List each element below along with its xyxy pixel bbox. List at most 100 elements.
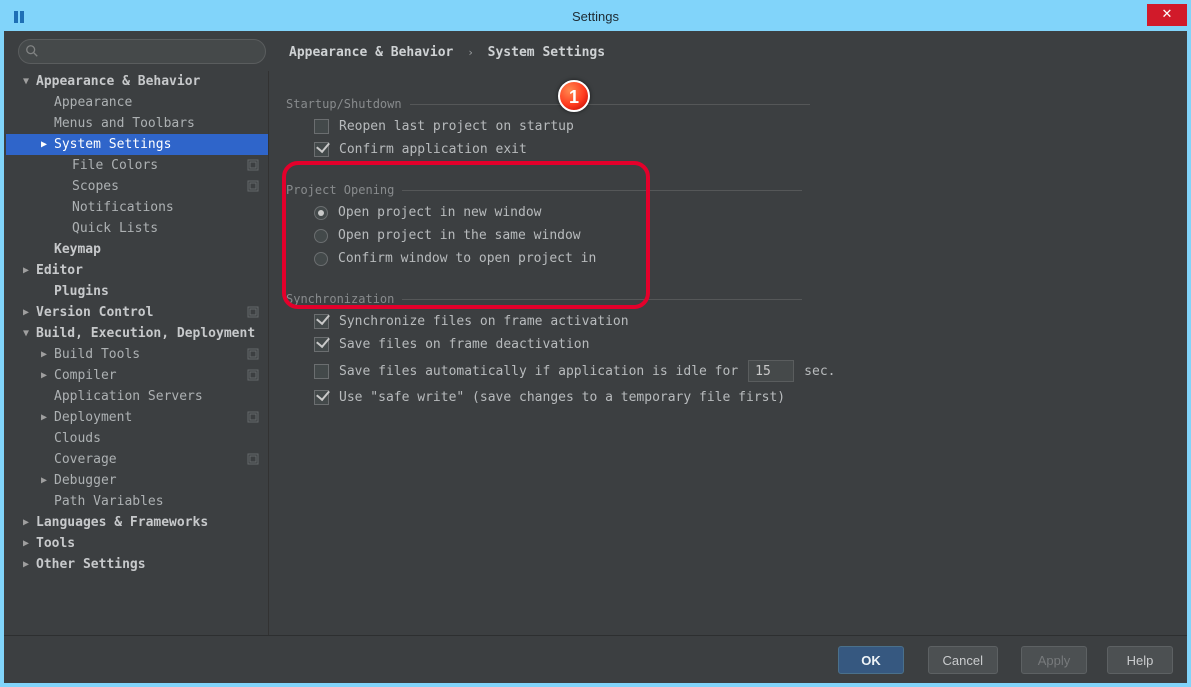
- settings-tree[interactable]: ▼Appearance & BehaviorAppearanceMenus an…: [6, 71, 269, 641]
- safe-write-checkbox[interactable]: [314, 390, 329, 405]
- tree-item-label: Clouds: [54, 428, 101, 449]
- tree-item-label: File Colors: [72, 155, 158, 176]
- tree-item-label: Compiler: [54, 365, 117, 386]
- tree-item-label: Application Servers: [54, 386, 203, 407]
- tree-item-label: Path Variables: [54, 491, 164, 512]
- tree-item-label: Build Tools: [54, 344, 140, 365]
- tree-item-label: Quick Lists: [72, 218, 158, 239]
- tree-item-appearance[interactable]: Appearance: [6, 92, 268, 113]
- annotation-badge-1: 1: [558, 80, 590, 112]
- tree-item-build-execution-deployment[interactable]: ▼Build, Execution, Deployment: [6, 323, 268, 344]
- breadcrumb-root: Appearance & Behavior: [289, 45, 453, 60]
- project-scope-icon: [246, 347, 260, 361]
- confirm-window-label: Confirm window to open project in: [338, 251, 596, 266]
- confirm-window-radio[interactable]: [314, 252, 328, 266]
- chevron-right-icon[interactable]: ▶: [38, 134, 50, 155]
- tree-item-label: Appearance & Behavior: [36, 71, 200, 92]
- safe-write-label: Use "safe write" (save changes to a temp…: [339, 390, 785, 405]
- save-on-deact-checkbox[interactable]: [314, 337, 329, 352]
- tree-item-label: Plugins: [54, 281, 109, 302]
- tree-item-appearance-behavior[interactable]: ▼Appearance & Behavior: [6, 71, 268, 92]
- group-startup: Startup/Shutdown: [286, 97, 1166, 111]
- tree-item-clouds[interactable]: Clouds: [6, 428, 268, 449]
- apply-button: Apply: [1021, 646, 1087, 674]
- tree-item-label: Languages & Frameworks: [36, 512, 208, 533]
- breadcrumb: Appearance & Behavior › System Settings: [289, 45, 605, 60]
- window-close-button[interactable]: ✕: [1147, 4, 1187, 26]
- tree-item-version-control[interactable]: ▶Version Control: [6, 302, 268, 323]
- confirm-exit-checkbox[interactable]: [314, 142, 329, 157]
- tree-item-label: Menus and Toolbars: [54, 113, 195, 134]
- save-on-deact-label: Save files on frame deactivation: [339, 337, 589, 352]
- tree-item-scopes[interactable]: Scopes: [6, 176, 268, 197]
- settings-form: Startup/Shutdown Reopen last project on …: [286, 79, 1166, 413]
- open-new-window-radio[interactable]: [314, 206, 328, 220]
- auto-save-label-a: Save files automatically if application …: [339, 364, 738, 379]
- auto-save-checkbox[interactable]: [314, 364, 329, 379]
- project-scope-icon: [246, 410, 260, 424]
- project-scope-icon: [246, 368, 260, 382]
- tree-item-label: Other Settings: [36, 554, 146, 575]
- tree-item-label: Appearance: [54, 92, 132, 113]
- chevron-down-icon[interactable]: ▼: [20, 71, 32, 92]
- chevron-right-icon[interactable]: ▶: [38, 344, 50, 365]
- group-sync: Synchronization: [286, 292, 1166, 306]
- tree-item-other-settings[interactable]: ▶Other Settings: [6, 554, 268, 575]
- tree-item-compiler[interactable]: ▶Compiler: [6, 365, 268, 386]
- chevron-right-icon[interactable]: ▶: [20, 554, 32, 575]
- tree-item-plugins[interactable]: Plugins: [6, 281, 268, 302]
- help-button[interactable]: Help: [1107, 646, 1173, 674]
- tree-item-label: System Settings: [54, 134, 171, 155]
- reopen-last-project-label: Reopen last project on startup: [339, 119, 574, 134]
- tree-item-label: Deployment: [54, 407, 132, 428]
- tree-item-file-colors[interactable]: File Colors: [6, 155, 268, 176]
- tree-item-application-servers[interactable]: Application Servers: [6, 386, 268, 407]
- search-field[interactable]: [18, 39, 266, 64]
- tree-item-editor[interactable]: ▶Editor: [6, 260, 268, 281]
- tree-item-tools[interactable]: ▶Tools: [6, 533, 268, 554]
- auto-save-label-b: sec.: [804, 364, 835, 379]
- sync-on-frame-label: Synchronize files on frame activation: [339, 314, 629, 329]
- chevron-right-icon[interactable]: ▶: [20, 512, 32, 533]
- chevron-right-icon[interactable]: ▶: [38, 407, 50, 428]
- dialog-footer: OK Cancel Apply Help: [4, 635, 1187, 683]
- chevron-right-icon[interactable]: ▶: [38, 470, 50, 491]
- open-same-window-radio[interactable]: [314, 229, 328, 243]
- tree-item-languages-frameworks[interactable]: ▶Languages & Frameworks: [6, 512, 268, 533]
- tree-item-label: Scopes: [72, 176, 119, 197]
- chevron-right-icon[interactable]: ▶: [38, 365, 50, 386]
- tree-item-keymap[interactable]: Keymap: [6, 239, 268, 260]
- breadcrumb-leaf: System Settings: [488, 45, 605, 60]
- tree-item-coverage[interactable]: Coverage: [6, 449, 268, 470]
- chevron-down-icon[interactable]: ▼: [20, 323, 32, 344]
- project-scope-icon: [246, 179, 260, 193]
- search-icon: [25, 44, 39, 58]
- tree-item-build-tools[interactable]: ▶Build Tools: [6, 344, 268, 365]
- tree-item-deployment[interactable]: ▶Deployment: [6, 407, 268, 428]
- tree-item-path-variables[interactable]: Path Variables: [6, 491, 268, 512]
- sync-on-frame-checkbox[interactable]: [314, 314, 329, 329]
- tree-item-label: Build, Execution, Deployment: [36, 323, 255, 344]
- tree-item-label: Coverage: [54, 449, 117, 470]
- tree-item-label: Notifications: [72, 197, 174, 218]
- auto-save-seconds-input[interactable]: [748, 360, 794, 382]
- tree-item-label: Keymap: [54, 239, 101, 260]
- tree-item-system-settings[interactable]: ▶System Settings: [6, 134, 268, 155]
- tree-item-debugger[interactable]: ▶Debugger: [6, 470, 268, 491]
- tree-item-label: Debugger: [54, 470, 117, 491]
- reopen-last-project-checkbox[interactable]: [314, 119, 329, 134]
- project-scope-icon: [246, 452, 260, 466]
- tree-item-menus-and-toolbars[interactable]: Menus and Toolbars: [6, 113, 268, 134]
- ok-button[interactable]: OK: [838, 646, 904, 674]
- tree-item-notifications[interactable]: Notifications: [6, 197, 268, 218]
- chevron-right-icon[interactable]: ▶: [20, 533, 32, 554]
- open-new-window-label: Open project in new window: [338, 205, 542, 220]
- search-input[interactable]: [43, 40, 253, 63]
- cancel-button[interactable]: Cancel: [928, 646, 998, 674]
- window-title: Settings: [4, 9, 1187, 24]
- tree-item-label: Editor: [36, 260, 83, 281]
- chevron-right-icon[interactable]: ▶: [20, 260, 32, 281]
- tree-item-quick-lists[interactable]: Quick Lists: [6, 218, 268, 239]
- chevron-right-icon[interactable]: ▶: [20, 302, 32, 323]
- project-scope-icon: [246, 158, 260, 172]
